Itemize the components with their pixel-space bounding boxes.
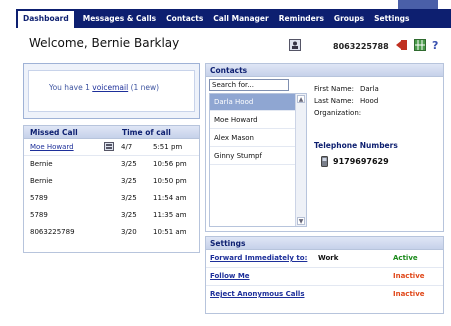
call-date: 3/25 [121, 194, 137, 202]
help-icon[interactable]: ? [432, 39, 444, 52]
top-nav: Dashboard Messages & Calls Contacts Call… [16, 9, 451, 28]
tab-reminders[interactable]: Reminders [274, 9, 329, 28]
setting-row: Reject Anonymous Calls Inactive [206, 287, 443, 304]
contact-card-icon[interactable] [289, 39, 301, 51]
missed-calls-panel: Missed Call Time of call Moe Howard 4/7 … [23, 125, 200, 253]
corner-strip [398, 0, 438, 9]
call-date: 3/25 [121, 211, 137, 219]
missed-calls-header: Missed Call Time of call [24, 126, 199, 139]
missed-call-col: Missed Call [30, 128, 78, 137]
mobile-phone-icon [321, 156, 328, 169]
table-row: Bernie 3/25 10:56 pm [24, 157, 199, 173]
setting-row: Follow Me Inactive [206, 269, 443, 286]
scroll-up-icon[interactable]: ▲ [297, 95, 305, 103]
call-time: 10:50 pm [153, 177, 187, 185]
caller: Bernie [30, 177, 53, 185]
organization-label: Organization: [314, 109, 362, 117]
scroll-down-icon[interactable]: ▼ [297, 217, 305, 225]
call-date: 3/25 [121, 177, 137, 185]
first-name-label: First Name: [314, 85, 354, 93]
logout-icon[interactable] [396, 39, 408, 51]
last-name-value: Hood [360, 97, 379, 105]
table-row: 5789 3/25 11:35 am [24, 208, 199, 224]
voicemail-prefix: You have 1 [49, 83, 93, 92]
list-item[interactable]: Moe Howard [210, 112, 296, 129]
phone-number: 8063225788 [333, 42, 389, 51]
forward-immediately-link[interactable]: Forward Immediately to: [210, 254, 307, 262]
voicemail-panel: You have 1 voicemail (1 new) [23, 63, 200, 119]
tab-dashboard[interactable]: Dashboard [18, 11, 74, 28]
reject-anonymous-link[interactable]: Reject Anonymous Calls [210, 290, 305, 298]
call-time: 10:51 am [153, 228, 187, 236]
row-divider [24, 140, 199, 156]
telephone-numbers-title: Telephone Numbers [314, 141, 398, 150]
voicemail-link[interactable]: voicemail [92, 83, 128, 92]
table-row: 8063225789 3/20 10:51 am [24, 225, 199, 241]
table-row: 5789 3/25 11:54 am [24, 191, 199, 207]
call-time: 11:35 am [153, 211, 187, 219]
voicemail-message: You have 1 voicemail (1 new) [49, 83, 159, 92]
first-name-value: Darla [360, 85, 379, 93]
welcome-title: Welcome, Bernie Barklay [29, 36, 180, 50]
contact-list-scrollbar[interactable]: ▲ ▼ [295, 94, 306, 226]
setting-row: Forward Immediately to: Work Active [206, 251, 443, 268]
settings-title: Settings [206, 237, 443, 250]
tab-groups[interactable]: Groups [329, 9, 369, 28]
time-of-call-col: Time of call [122, 128, 171, 137]
voicemail-suffix: (1 new) [128, 83, 160, 92]
tab-settings[interactable]: Settings [369, 9, 414, 28]
caller: Bernie [30, 160, 53, 168]
status-badge: Inactive [393, 290, 425, 298]
voicemail-inner: You have 1 voicemail (1 new) [28, 70, 195, 112]
search-input[interactable]: Search for... [209, 79, 289, 91]
status-badge: Inactive [393, 272, 425, 280]
grid-icon[interactable] [414, 39, 426, 51]
tab-call-manager[interactable]: Call Manager [208, 9, 273, 28]
contacts-title: Contacts [206, 64, 443, 77]
telephone-number: 9179697629 [333, 157, 389, 166]
last-name-label: Last Name: [314, 97, 354, 105]
list-item[interactable]: Alex Mason [210, 130, 296, 147]
tab-messages-calls[interactable]: Messages & Calls [78, 9, 161, 28]
table-row: Bernie 3/25 10:50 pm [24, 174, 199, 190]
tab-contacts[interactable]: Contacts [161, 9, 208, 28]
settings-panel: Settings Forward Immediately to: Work Ac… [205, 236, 444, 314]
caller: 8063225789 [30, 228, 75, 236]
follow-me-link[interactable]: Follow Me [210, 272, 250, 280]
call-date: 3/20 [121, 228, 137, 236]
caller: 5789 [30, 211, 48, 219]
caller: 5789 [30, 194, 48, 202]
list-item[interactable]: Darla Hood [210, 94, 296, 111]
call-date: 3/25 [121, 160, 137, 168]
forward-target: Work [318, 254, 339, 262]
contact-list: Darla Hood Moe Howard Alex Mason Ginny S… [209, 93, 307, 227]
status-badge: Active [393, 254, 418, 262]
call-time: 11:54 am [153, 194, 187, 202]
list-item[interactable]: Ginny Stumpf [210, 148, 296, 165]
call-time: 10:56 pm [153, 160, 187, 168]
contacts-panel: Contacts Search for... Darla Hood Moe Ho… [205, 63, 444, 232]
